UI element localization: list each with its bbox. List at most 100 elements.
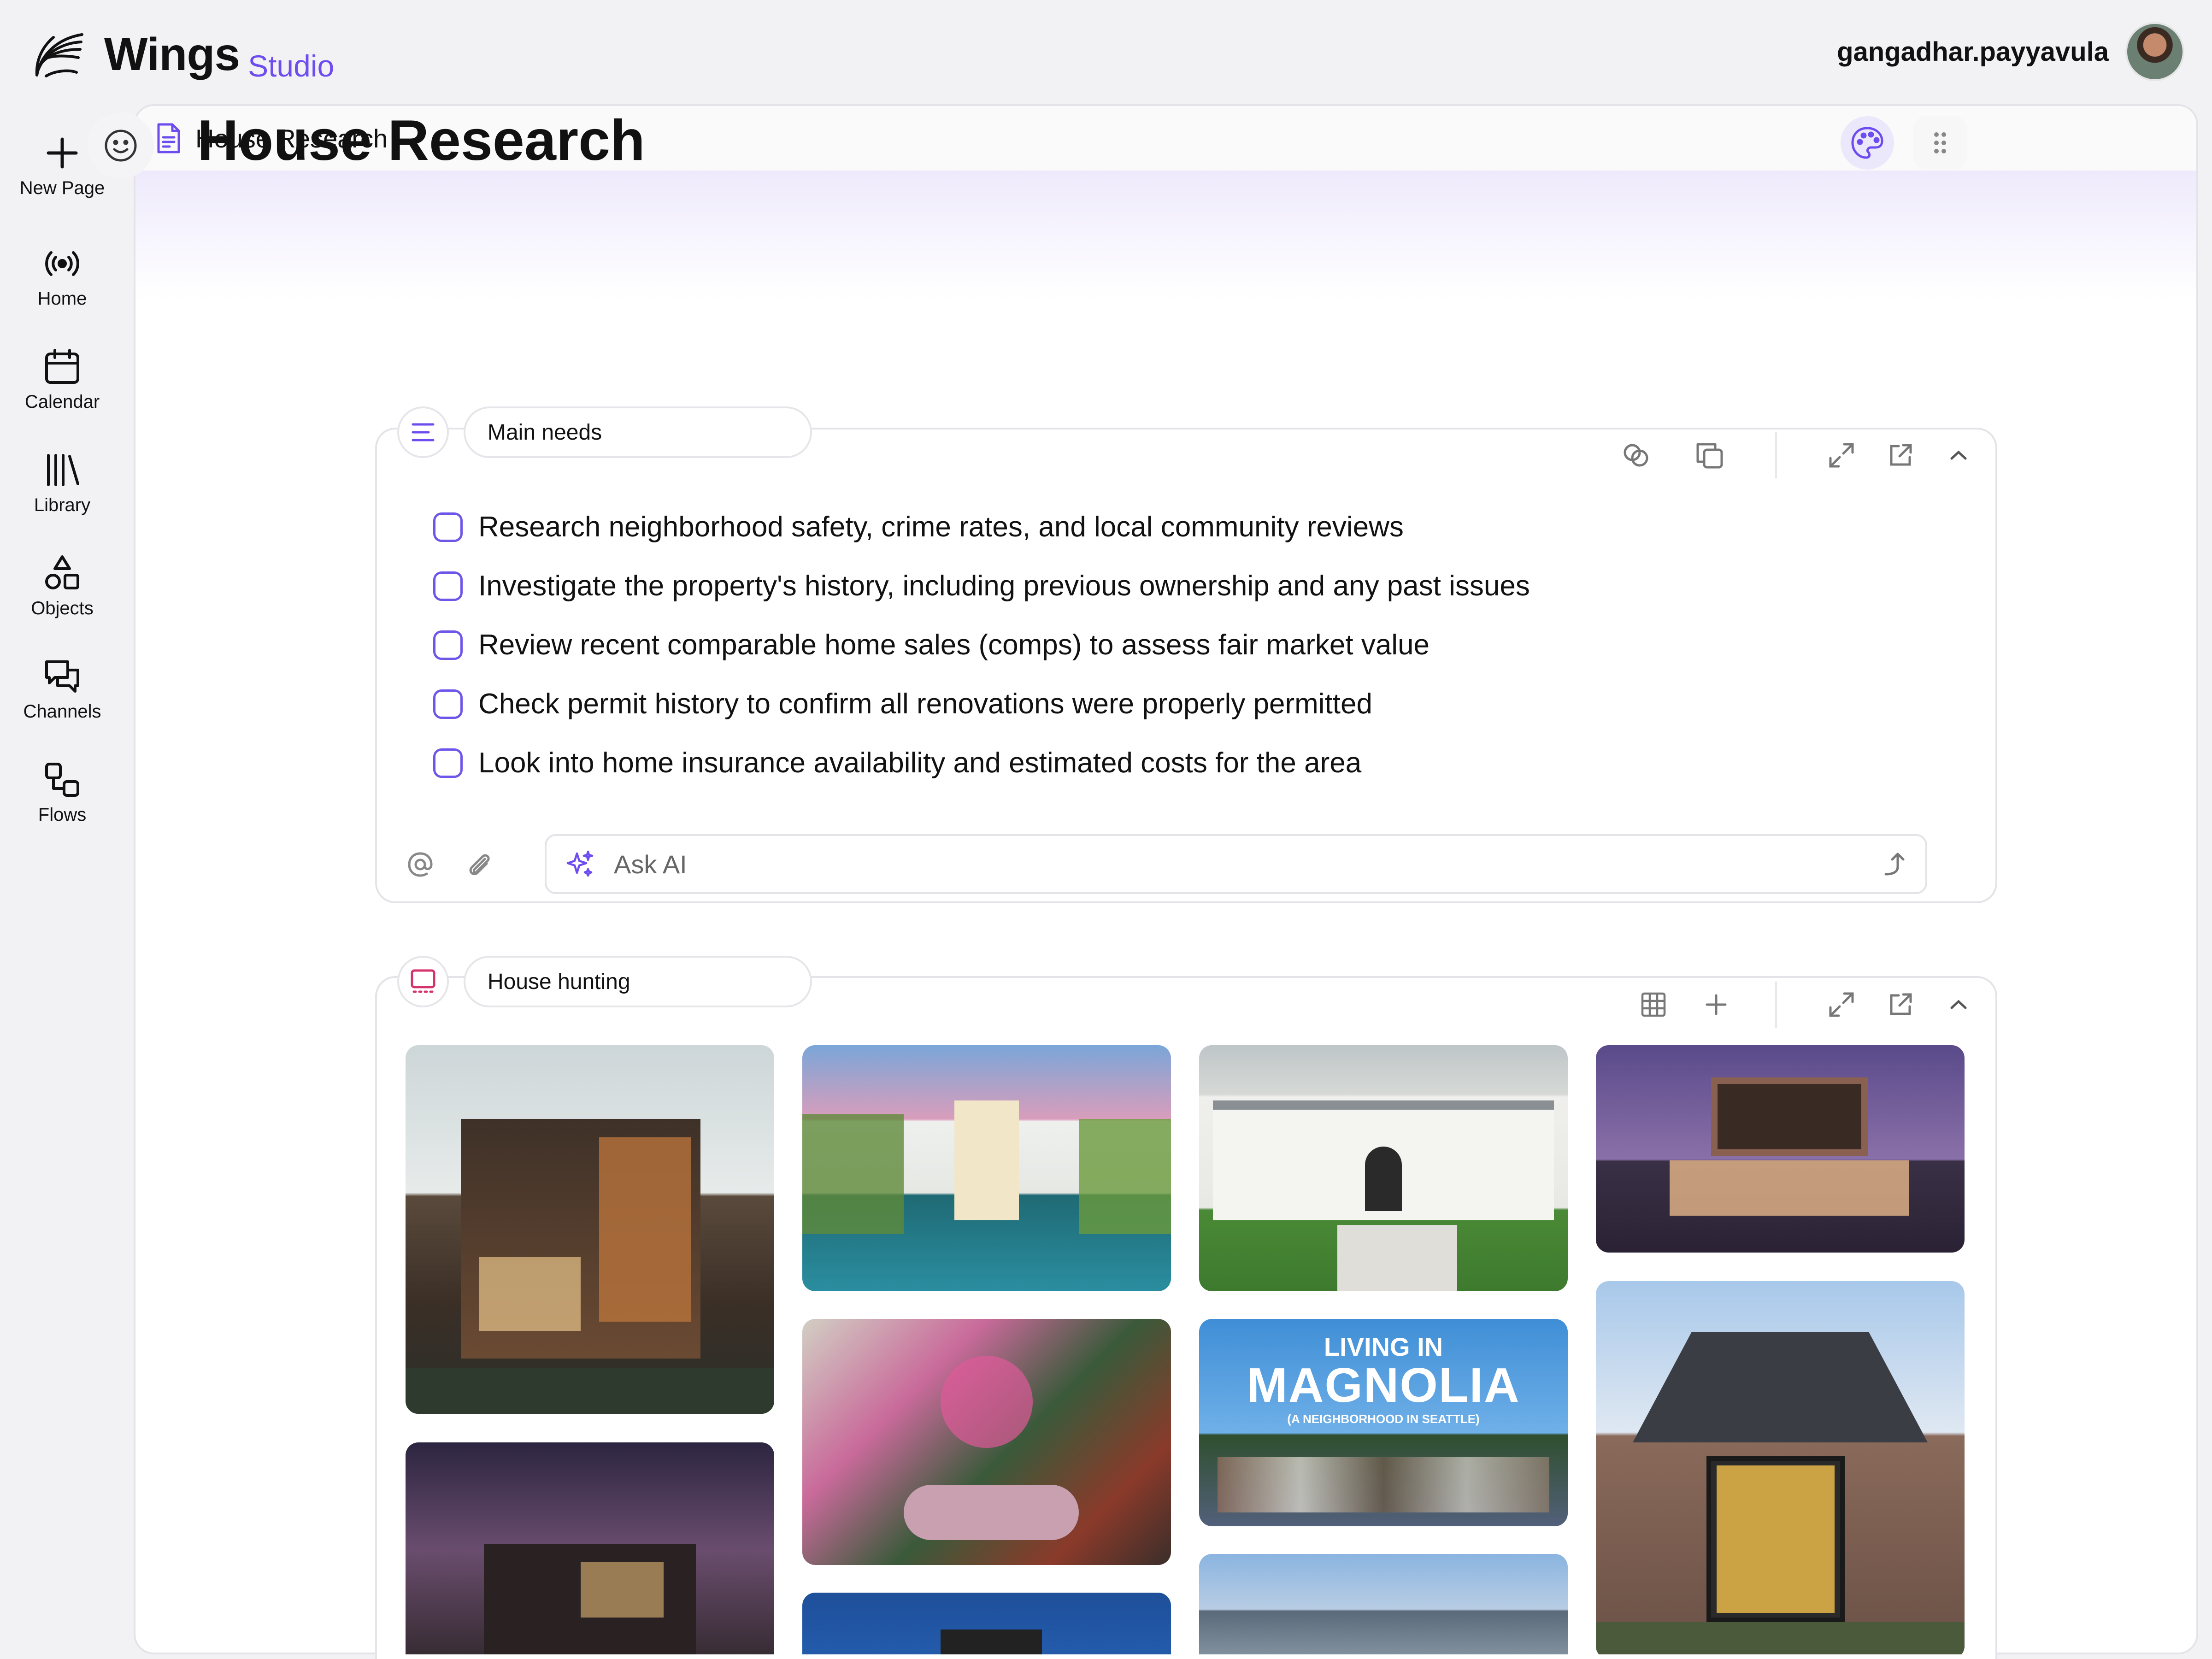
block-title[interactable]: House hunting: [464, 956, 812, 1007]
shapes-icon: [45, 555, 79, 589]
nav-label: Channels: [23, 701, 101, 722]
checklist-item[interactable]: Research neighborhood safety, crime rate…: [433, 511, 1404, 543]
duplicate-button[interactable]: [1691, 437, 1728, 474]
open-external-button[interactable]: [1882, 986, 1919, 1023]
poster-line-2: MAGNOLIA: [1247, 1358, 1520, 1412]
nav-calendar[interactable]: Calendar: [0, 347, 124, 412]
page-header-gradient: [135, 171, 2196, 300]
ask-ai-input[interactable]: Ask AI: [545, 834, 1927, 894]
collapse-button[interactable]: [1940, 986, 1977, 1023]
page-title[interactable]: House Research: [197, 108, 645, 173]
library-icon: [47, 454, 79, 486]
grid-view-button[interactable]: [1635, 986, 1672, 1023]
house-photo-night[interactable]: [406, 1442, 774, 1654]
grid-icon: [1641, 992, 1666, 1017]
toolbar-divider: [1775, 982, 1777, 1028]
link-icon: [1624, 444, 1648, 467]
nav-home[interactable]: Home: [0, 244, 124, 309]
nav-label: New Page: [19, 178, 105, 198]
nav-channels[interactable]: Channels: [0, 657, 124, 722]
nav-library[interactable]: Library: [0, 451, 124, 516]
magnolia-poster[interactable]: LIVING IN MAGNOLIA (A NEIGHBORHOOD IN SE…: [1199, 1319, 1568, 1526]
checklist-item[interactable]: Review recent comparable home sales (com…: [433, 629, 1430, 661]
main-needs-block: [375, 428, 1997, 903]
expand-button[interactable]: [1823, 437, 1860, 474]
nav-label: Objects: [31, 598, 94, 618]
paperclip-icon: [469, 854, 490, 876]
checklist-item[interactable]: Look into home insurance availability an…: [433, 747, 1361, 779]
block-type-button[interactable]: [397, 956, 449, 1007]
block-type-button[interactable]: [397, 406, 449, 458]
wings-logo-icon: [35, 33, 83, 77]
nav-objects[interactable]: Objects: [0, 554, 124, 619]
expand-icon: [1829, 443, 1854, 468]
expand-icon: [1829, 992, 1854, 1017]
ask-ai-placeholder: Ask AI: [614, 849, 687, 879]
plus-icon: [1706, 994, 1727, 1015]
checkbox[interactable]: [433, 689, 463, 719]
checklist-item-text: Check permit history to confirm all reno…: [478, 688, 1372, 720]
interior-photo-living-room[interactable]: [802, 1319, 1171, 1565]
external-link-icon: [1890, 444, 1912, 466]
house-photo-brick-tudor[interactable]: [1596, 1281, 1965, 1654]
checklist-item[interactable]: Check permit history to confirm all reno…: [433, 688, 1372, 720]
checkbox[interactable]: [433, 512, 463, 542]
open-external-button[interactable]: [1882, 437, 1919, 474]
checklist-item-text: Investigate the property's history, incl…: [478, 570, 1530, 602]
drag-handle-button[interactable]: [1913, 116, 1967, 170]
document-icon: [157, 123, 180, 153]
theme-button[interactable]: [1841, 116, 1894, 170]
nav-label: Calendar: [24, 392, 100, 412]
house-photo-blue-sky[interactable]: [802, 1593, 1171, 1654]
username: gangadhar.payyavula: [1837, 36, 2109, 67]
checklist-item[interactable]: Investigate the property's history, incl…: [433, 570, 1530, 602]
brand-name: Wings: [104, 28, 240, 80]
brand-sub: Studio: [248, 48, 335, 83]
house-photo-pool-mansion[interactable]: [802, 1045, 1171, 1291]
collapse-button[interactable]: [1940, 437, 1977, 474]
broadcast-icon: [45, 251, 79, 276]
house-photo-white-mansion[interactable]: [1199, 1045, 1568, 1291]
text-lines-icon: [412, 423, 435, 441]
house-photo-modern-wood[interactable]: [406, 1045, 774, 1414]
checklist-item-text: Review recent comparable home sales (com…: [478, 629, 1430, 661]
send-icon[interactable]: [1882, 850, 1907, 878]
at-sign-icon: [408, 852, 433, 877]
nav-flows[interactable]: Flows: [0, 760, 124, 825]
plus-icon: [47, 137, 78, 169]
add-item-button[interactable]: [1698, 986, 1735, 1023]
link-button[interactable]: [1618, 437, 1654, 474]
gallery-icon: [411, 969, 435, 993]
chevron-up-icon: [1950, 450, 1967, 460]
sparkle-icon: [566, 850, 594, 877]
mention-button[interactable]: [402, 846, 439, 883]
expand-button[interactable]: [1823, 986, 1860, 1023]
checkbox[interactable]: [433, 748, 463, 778]
photo-seattle-waterfront[interactable]: [1199, 1554, 1568, 1654]
checklist-item-text: Research neighborhood safety, crime rate…: [478, 511, 1404, 543]
palette-icon: [1851, 127, 1883, 159]
brand[interactable]: Wings Studio: [28, 22, 334, 87]
poster-line-3: (A NEIGHBORHOOD IN SEATTLE): [1287, 1412, 1480, 1426]
checklist-item-text: Look into home insurance availability an…: [478, 747, 1362, 779]
house-photo-cantilever[interactable]: [1596, 1045, 1965, 1253]
copy-icon: [1696, 443, 1723, 469]
drag-dots-icon: [1934, 132, 1946, 153]
add-emoji-button[interactable]: [88, 112, 154, 179]
toolbar-divider: [1775, 432, 1777, 478]
flow-icon: [45, 763, 79, 797]
chat-bubbles-icon: [45, 660, 79, 693]
checkbox[interactable]: [433, 571, 463, 601]
external-link-icon: [1890, 993, 1912, 1015]
block-title[interactable]: Main needs: [464, 406, 812, 458]
chevron-up-icon: [1950, 1000, 1967, 1009]
avatar[interactable]: [2125, 22, 2184, 81]
nav-label: Flows: [38, 805, 87, 825]
nav-label: Library: [34, 495, 91, 515]
checkbox[interactable]: [433, 630, 463, 660]
calendar-icon: [45, 349, 79, 384]
smiley-icon: [105, 129, 137, 162]
user-menu[interactable]: gangadhar.payyavula: [1837, 20, 2184, 83]
attach-button[interactable]: [461, 846, 498, 883]
nav-label: Home: [37, 288, 87, 309]
